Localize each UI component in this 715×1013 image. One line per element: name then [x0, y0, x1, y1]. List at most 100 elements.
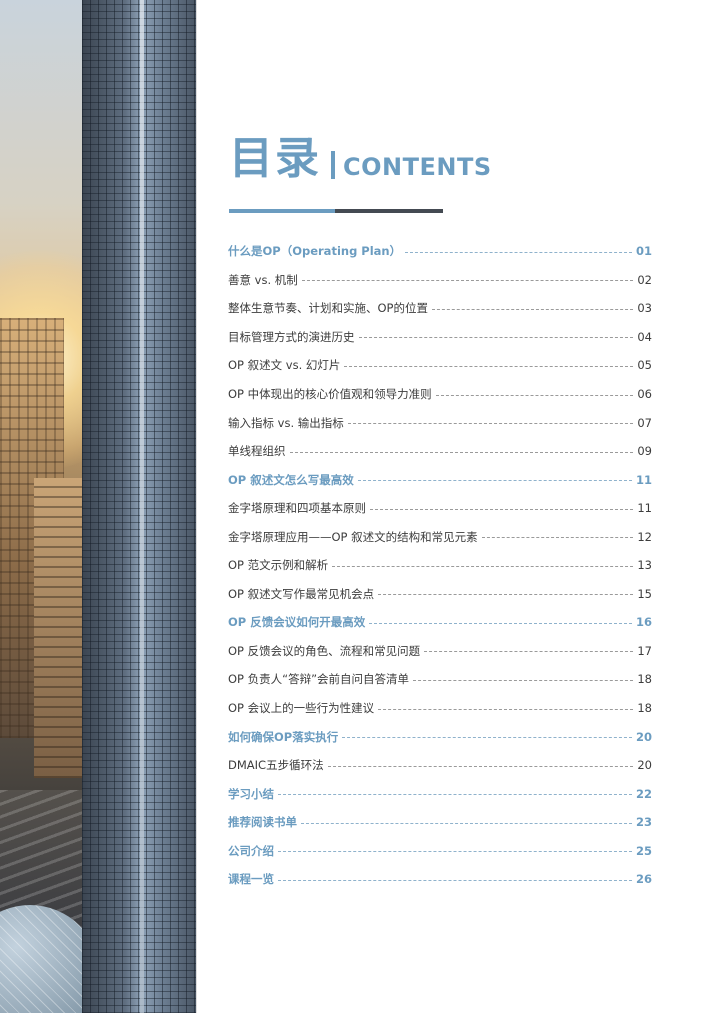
toc-leader-dashes	[405, 251, 632, 253]
toc-section-entry[interactable]: 推荐阅读书单 23	[228, 808, 652, 837]
toc-entry-label: OP 叙述文 vs. 幻灯片	[228, 358, 341, 373]
toc-section-entry[interactable]: 课程一览 26	[228, 865, 652, 894]
toc-entry-label: 输入指标 vs. 输出指标	[228, 415, 344, 430]
toc-entry-label: OP 反馈会议如何开最高效	[228, 615, 366, 630]
toc-leader-dashes	[424, 651, 634, 653]
toc-entry-label: OP 反馈会议的角色、流程和常见问题	[228, 643, 421, 658]
toc-page-number: 18	[637, 701, 652, 716]
toc-leader-dashes	[347, 423, 634, 425]
toc-entry[interactable]: DMAIC五步循环法 20	[228, 751, 652, 780]
toc-leader-dashes	[278, 851, 632, 853]
toc-leader-dashes	[332, 565, 634, 567]
toc-entry[interactable]: 整体生意节奏、计划和实施、OP的位置 03	[228, 294, 652, 323]
toc-entry[interactable]: OP 会议上的一些行为性建议 18	[228, 694, 652, 723]
toc-leader-dashes	[358, 337, 634, 339]
toc-page-number: 11	[637, 501, 652, 516]
toc-page-number: 13	[637, 558, 652, 573]
toc-section-entry[interactable]: 公司介绍 25	[228, 836, 652, 865]
cover-photo	[0, 0, 196, 1013]
underline-accent	[229, 209, 335, 213]
toc-leader-dashes	[357, 480, 632, 482]
tower-edge	[140, 0, 144, 1013]
toc-page-number: 05	[637, 358, 652, 373]
toc-page-number: 20	[635, 729, 652, 744]
toc-leader-dashes	[342, 737, 632, 739]
toc-leader-dashes	[301, 822, 632, 824]
toc-entry-label: 如何确保OP落实执行	[228, 729, 339, 744]
toc-page-number: 03	[637, 301, 652, 316]
title-chinese: 目录	[229, 133, 321, 184]
toc-entry-label: 目标管理方式的演进历史	[228, 329, 355, 344]
toc-entry-label: 推荐阅读书单	[228, 815, 297, 830]
toc-entry-label: OP 会议上的一些行为性建议	[228, 701, 375, 716]
title-separator	[331, 151, 335, 179]
toc-entry[interactable]: OP 负责人“答辩”会前自问自答清单 18	[228, 665, 652, 694]
toc-section-entry[interactable]: 什么是OP（Operating Plan） 01	[228, 237, 652, 266]
toc-entry-label: OP 中体现出的核心价值观和领导力准则	[228, 387, 432, 401]
glass-tower	[82, 0, 196, 1013]
toc-page-number: 26	[635, 872, 652, 887]
toc-page-number: 15	[637, 586, 652, 601]
toc-entry[interactable]: OP 叙述文写作最常见机会点 15	[228, 580, 652, 609]
toc-entry[interactable]: OP 范文示例和解析 13	[228, 551, 652, 580]
toc-entry[interactable]: OP 反馈会议的角色、流程和常见问题 17	[228, 637, 652, 666]
toc-leader-dashes	[413, 679, 634, 681]
toc-entry[interactable]: 单线程组织 09	[228, 437, 652, 466]
toc-page-number: 25	[635, 843, 652, 858]
toc-entry[interactable]: 金字塔原理和四项基本原则 11	[228, 494, 652, 523]
toc-leader-dashes	[344, 365, 634, 367]
toc-page-number: 01	[635, 244, 652, 259]
title-english: CONTENTS	[343, 153, 492, 181]
toc-entry-label: OP 负责人“答辩”会前自问自答清单	[228, 672, 410, 687]
toc-entry[interactable]: OP 中体现出的核心价值观和领导力准则 06	[228, 380, 652, 409]
toc-leader-dashes	[378, 708, 634, 710]
toc-page-number: 07	[637, 415, 652, 430]
toc-entry-label: 金字塔原理应用——OP 叙述文的结构和常见元素	[228, 529, 478, 544]
toc-entry-label: 善意 vs. 机制	[228, 272, 298, 287]
building-middle	[34, 478, 82, 778]
toc-leader-dashes	[301, 280, 634, 282]
toc-page-number: 06	[637, 387, 652, 401]
photo-divider	[196, 0, 197, 1013]
toc-entry-label: 单线程组织	[228, 444, 286, 459]
toc-entry-label: 什么是OP（Operating Plan）	[228, 244, 402, 259]
toc-section-entry[interactable]: 如何确保OP落实执行 20	[228, 722, 652, 751]
page-title: 目录 CONTENTS	[229, 134, 492, 184]
toc-page-number: 20	[637, 758, 652, 773]
toc-entry[interactable]: OP 叙述文 vs. 幻灯片 05	[228, 351, 652, 380]
toc-entry-label: OP 范文示例和解析	[228, 558, 329, 573]
toc-entry[interactable]: 金字塔原理应用——OP 叙述文的结构和常见元素 12	[228, 522, 652, 551]
title-underline	[229, 209, 443, 213]
underline-dark	[335, 209, 443, 213]
toc-page-number: 17	[637, 643, 652, 658]
toc-page-number: 22	[635, 786, 652, 801]
toc-entry[interactable]: 目标管理方式的演进历史 04	[228, 323, 652, 352]
toc-entry[interactable]: 输入指标 vs. 输出指标 07	[228, 408, 652, 437]
toc-leader-dashes	[370, 508, 634, 510]
toc-section-entry[interactable]: OP 叙述文怎么写最高效 11	[228, 465, 652, 494]
toc-section-entry[interactable]: OP 反馈会议如何开最高效 16	[228, 608, 652, 637]
toc-entry-label: DMAIC五步循环法	[228, 758, 324, 773]
toc-leader-dashes	[435, 394, 634, 396]
toc-entry-label: OP 叙述文写作最常见机会点	[228, 586, 375, 601]
toc-page-number: 23	[635, 815, 652, 830]
toc-leader-dashes	[481, 537, 634, 539]
toc-entry-label: 整体生意节奏、计划和实施、OP的位置	[228, 301, 428, 316]
toc-entry-label: 学习小结	[228, 786, 274, 801]
toc-entry-label: 公司介绍	[228, 843, 274, 858]
toc-entry-label: 金字塔原理和四项基本原则	[228, 501, 366, 516]
toc-page-number: 04	[637, 329, 652, 344]
toc-entry[interactable]: 善意 vs. 机制 02	[228, 266, 652, 295]
toc-entry-label: OP 叙述文怎么写最高效	[228, 472, 354, 487]
toc-page-number: 02	[637, 272, 652, 287]
toc-leader-dashes	[278, 794, 632, 796]
toc-page-number: 09	[637, 444, 652, 459]
toc-leader-dashes	[369, 622, 632, 624]
toc-page-number: 12	[637, 529, 652, 544]
table-of-contents: 什么是OP（Operating Plan） 01 善意 vs. 机制 02 整体生意节奏…	[228, 237, 652, 894]
toc-section-entry[interactable]: 学习小结 22	[228, 779, 652, 808]
toc-page-number: 16	[635, 615, 652, 630]
toc-leader-dashes	[432, 308, 634, 310]
toc-leader-dashes	[327, 765, 634, 767]
toc-leader-dashes	[378, 594, 634, 596]
